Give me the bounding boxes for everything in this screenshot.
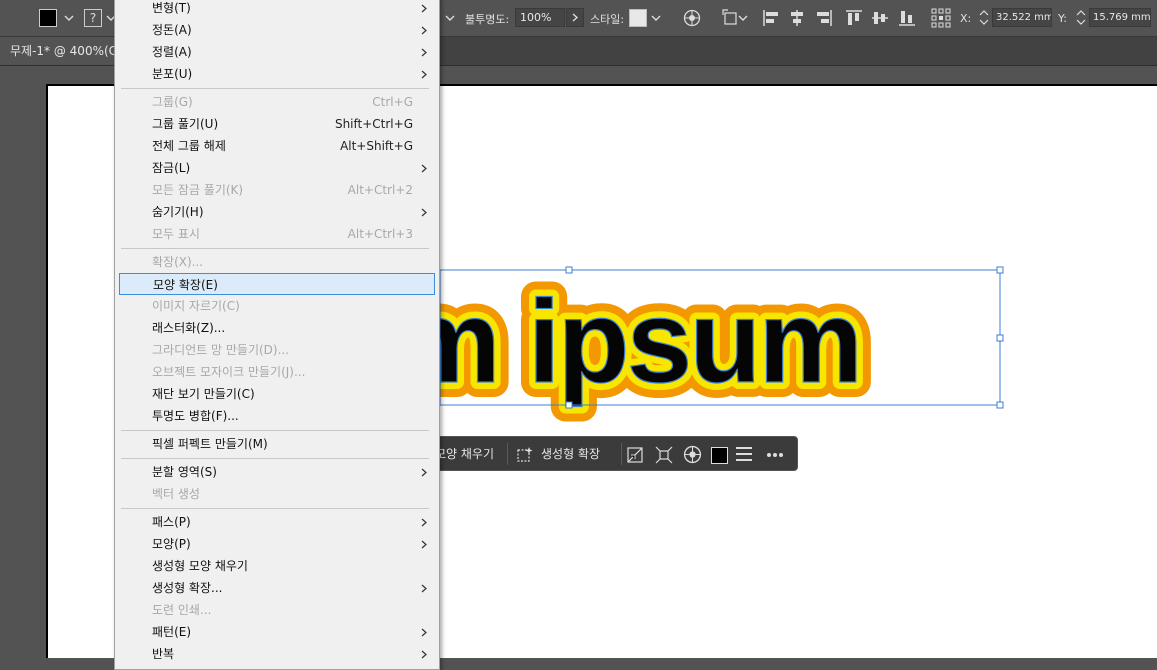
- menu-item[interactable]: 생성형 확장...: [119, 577, 435, 599]
- submenu-arrow-icon: [421, 540, 427, 549]
- menu-item: 오브젝트 모자이크 만들기(J)...: [119, 361, 435, 383]
- menu-item[interactable]: 전체 그룹 해제 Alt+Shift+G: [119, 135, 435, 157]
- menu-item-label: 투명도 병합(F)...: [152, 409, 239, 423]
- menu-item[interactable]: 패스(P): [119, 511, 435, 533]
- menu-item-shortcut: Alt+Ctrl+3: [347, 227, 413, 241]
- menu-item-label: 래스터화(Z)...: [152, 321, 226, 335]
- resize-handle[interactable]: [565, 266, 573, 274]
- menu-item-label: 패턴(E): [152, 625, 192, 639]
- menu-item[interactable]: 분할 영역(S): [119, 461, 435, 483]
- menu-item-label: 반복: [152, 647, 175, 661]
- menu-item-label: 분할 영역(S): [152, 465, 217, 479]
- submenu-arrow-icon: [421, 26, 427, 35]
- menu-item-label: 그룹(G): [152, 95, 193, 109]
- menu-item: 이미지 자르기(C): [119, 295, 435, 317]
- menu-item-shortcut: Ctrl+G: [372, 95, 413, 109]
- menu-item-label: 모양 확장(E): [153, 278, 218, 292]
- menu-item-label: 모양(P): [152, 537, 191, 551]
- menu-item[interactable]: 재단 보기 만들기(C): [119, 383, 435, 405]
- resize-handle[interactable]: [996, 266, 1004, 274]
- menu-item-label: 모든 잠금 풀기(K): [152, 183, 244, 197]
- submenu-arrow-icon: [421, 468, 427, 477]
- submenu-arrow-icon: [421, 164, 427, 173]
- menu-item-label: 도련 인쇄...: [152, 603, 212, 617]
- menu-item[interactable]: 숨기기(H): [119, 201, 435, 223]
- menu-item[interactable]: 패턴(E): [119, 621, 435, 643]
- fill-color-swatch[interactable]: [711, 447, 728, 464]
- object-context-menu: 변형(T) 정돈(A) 정렬(A) 분포(U) 그룹(G) Ctrl+G 그룹 풀기(U) S…: [114, 0, 440, 670]
- menu-item-label: 패스(P): [152, 515, 191, 529]
- menu-item-label: 픽셀 퍼펙트 만들기(M): [152, 437, 268, 451]
- menu-item-label: 변형(T): [152, 1, 191, 15]
- image-crop-icon[interactable]: [626, 446, 644, 464]
- menu-item: 도련 인쇄...: [119, 599, 435, 621]
- menu-lines-icon[interactable]: [735, 446, 753, 462]
- submenu-arrow-icon: [421, 628, 427, 637]
- menu-item[interactable]: 반복: [119, 643, 435, 665]
- submenu-arrow-icon: [421, 48, 427, 57]
- menu-item: 확장(X)...: [119, 251, 435, 273]
- resize-handle[interactable]: [996, 401, 1004, 409]
- menu-item-label: 잠금(L): [152, 161, 191, 175]
- menu-item[interactable]: 잠금(L): [119, 157, 435, 179]
- menu-item-label: 정렬(A): [152, 45, 192, 59]
- menu-item-label: 전체 그룹 해제: [152, 139, 226, 153]
- menu-item-label: 오브젝트 모자이크 만들기(J)...: [152, 365, 306, 379]
- more-options-icon[interactable]: [766, 452, 784, 458]
- generative-expand-label: 생성형 확장: [541, 447, 601, 461]
- menu-item-label: 벡터 생성: [152, 487, 200, 501]
- menu-item[interactable]: 그룹 풀기(U) Shift+Ctrl+G: [119, 113, 435, 135]
- contextual-task-bar: 모양 채우기 생성형 확장: [420, 436, 798, 471]
- menu-item[interactable]: 정렬(A): [119, 41, 435, 63]
- menu-item: 그라디언트 망 만들기(D)...: [119, 339, 435, 361]
- menu-item: 모든 잠금 풀기(K) Alt+Ctrl+2: [119, 179, 435, 201]
- menu-item-shortcut: Alt+Shift+G: [340, 139, 413, 153]
- submenu-arrow-icon: [421, 518, 427, 527]
- menu-item-label: 정돈(A): [152, 23, 192, 37]
- menu-item[interactable]: 투명도 병합(F)...: [119, 405, 435, 427]
- menu-item: 모두 표시 Alt+Ctrl+3: [119, 223, 435, 245]
- generative-expand-button[interactable]: 생성형 확장: [517, 443, 615, 465]
- menu-item[interactable]: 분포(U): [119, 63, 435, 85]
- artwork-text[interactable]: m ipsum: [395, 275, 863, 408]
- menu-item: 그룹(G) Ctrl+G: [119, 91, 435, 113]
- menu-separator: [121, 458, 429, 459]
- menu-separator: [121, 88, 429, 89]
- menu-item-label: 생성형 확장...: [152, 581, 223, 595]
- resize-handle[interactable]: [565, 401, 573, 409]
- menu-item-shortcut: Shift+Ctrl+G: [334, 117, 413, 131]
- menu-item[interactable]: 픽셀 퍼펙트 만들기(M): [119, 433, 435, 455]
- menu-item-label: 그룹 풀기(U): [152, 117, 219, 131]
- submenu-arrow-icon: [421, 70, 427, 79]
- menu-item[interactable]: 모양(P): [119, 533, 435, 555]
- menu-item-label: 이미지 자르기(C): [152, 299, 240, 313]
- menu-item: 벡터 생성: [119, 483, 435, 505]
- divider: [507, 443, 508, 465]
- menu-item-label: 생성형 모양 채우기: [152, 559, 248, 573]
- menu-item[interactable]: 모양 확장(E): [119, 273, 435, 295]
- menu-item[interactable]: 정돈(A): [119, 19, 435, 41]
- menu-item-label: 분포(U): [152, 67, 193, 81]
- generative-fill-button[interactable]: 모양 채우기: [435, 443, 494, 465]
- generative-expand-icon: [517, 447, 533, 462]
- menu-item[interactable]: 생성형 모양 채우기: [119, 555, 435, 577]
- menu-item[interactable]: 래스터화(Z)...: [119, 317, 435, 339]
- transform-bounds-icon[interactable]: [655, 446, 673, 464]
- menu-separator: [121, 508, 429, 509]
- menu-item-shortcut: Alt+Ctrl+2: [347, 183, 413, 197]
- submenu-arrow-icon: [421, 4, 427, 13]
- menu-item[interactable]: 변형(T): [119, 0, 435, 19]
- menu-item-label: 모두 표시: [152, 227, 200, 241]
- menu-separator: [121, 430, 429, 431]
- submenu-arrow-icon: [421, 584, 427, 593]
- menu-separator: [121, 248, 429, 249]
- menu-item-label: 그라디언트 망 만들기(D)...: [152, 343, 290, 357]
- resize-handle[interactable]: [996, 334, 1004, 342]
- menu-item-label: 숨기기(H): [152, 205, 204, 219]
- divider: [621, 443, 622, 465]
- menu-item-label: 재단 보기 만들기(C): [152, 387, 255, 401]
- submenu-arrow-icon: [421, 208, 427, 217]
- recolor-icon[interactable]: [683, 445, 702, 464]
- menu-item-label: 확장(X)...: [152, 255, 204, 269]
